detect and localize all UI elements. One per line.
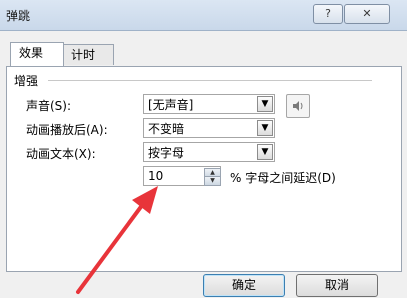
chevron-down-icon[interactable]: ▼ [257, 120, 273, 136]
spin-down-icon[interactable]: ▼ [204, 176, 221, 186]
close-icon: ✕ [362, 7, 372, 20]
delay-spinner[interactable]: 10 ▲ ▼ [143, 166, 221, 186]
dialog-title: 弹跳 [6, 9, 31, 23]
after-animation-label: 动画播放后(A): [26, 123, 108, 137]
tab-timing[interactable]: 计时 [62, 44, 114, 65]
animate-text-value: 按字母 [148, 146, 185, 160]
sound-value: [无声音] [148, 98, 194, 112]
cancel-button[interactable]: 取消 [296, 274, 378, 297]
animate-text-label: 动画文本(X): [26, 147, 96, 161]
ok-button[interactable]: 确定 [203, 274, 285, 297]
animate-text-select[interactable]: 按字母 ▼ [143, 142, 275, 162]
delay-value[interactable]: 10 [148, 169, 163, 183]
help-icon: ? [325, 7, 331, 20]
after-animation-value: 不变暗 [148, 122, 185, 136]
enhance-group-label: 增强 [14, 74, 39, 88]
title-bar: 弹跳 ? ✕ [0, 0, 407, 31]
sound-label: 声音(S): [26, 99, 72, 113]
close-button[interactable]: ✕ [344, 4, 390, 24]
speaker-icon [293, 101, 303, 111]
chevron-down-icon[interactable]: ▼ [257, 144, 273, 160]
chevron-down-icon[interactable]: ▼ [257, 96, 273, 112]
tab-effect[interactable]: 效果 [10, 42, 64, 66]
speaker-button[interactable] [286, 94, 310, 118]
help-button[interactable]: ? [313, 4, 343, 24]
delay-suffix-label: % 字母之间延迟(D) [230, 171, 336, 185]
after-animation-select[interactable]: 不变暗 ▼ [143, 118, 275, 138]
sound-select[interactable]: [无声音] ▼ [143, 94, 275, 114]
group-divider [48, 80, 372, 81]
